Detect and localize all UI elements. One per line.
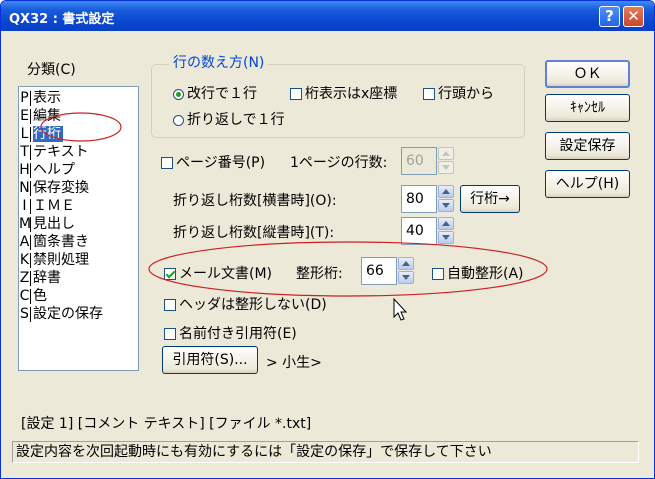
category-item-label: 辞書 [33,270,61,286]
format-columns-label: 整形桁: [296,266,343,282]
wrap-vertical-field[interactable]: 40 [401,217,437,245]
category-item-save-conversion[interactable]: N 保存変換 [19,179,138,197]
lines-per-page-label: 1ページの行数: [290,155,388,171]
category-key: I [22,198,27,214]
title-bar[interactable]: QX32 : 書式設定 ? ✕ [1,1,654,31]
category-item-label: 表示 [33,90,61,106]
ok-button[interactable]: ＯＫ [545,60,630,88]
checkbox-x-coordinate[interactable]: 桁表示はx座標 [290,83,397,103]
format-columns-field[interactable]: 66 [361,257,397,285]
category-key: L [20,126,29,142]
wrap-horizontal-label: 折り返し桁数[横書時](O): [173,193,337,209]
radio-label: 折り返しで１行 [187,112,285,128]
category-key: C [19,288,30,304]
category-listbox[interactable]: P 表示 E 編集 L 行桁 T テキスト H ヘルプ N 保存変換 I ＩＭＥ M 見出し A… [18,86,139,371]
line-column-button[interactable]: 行桁→ [460,185,520,213]
category-key: A [19,234,30,250]
category-item-label: 行桁 [33,126,63,142]
checkbox-label: 名前付き引用符(E) [179,326,297,342]
category-key: P [20,90,29,106]
category-item-color[interactable]: C色 [19,287,138,305]
category-item-text[interactable]: T テキスト [19,143,138,161]
checkbox[interactable] [432,268,444,280]
dialog-body: 分類(C) P 表示 E 編集 L 行桁 T テキスト H ヘルプ N 保存変換 I ＩＭＥ … [1,31,654,478]
radio-label: 改行で１行 [187,86,257,102]
checkbox-mail-document[interactable]: メール文書(M) [164,263,272,283]
quote-preview: > 小生> [266,355,322,371]
category-key: Z [19,270,30,286]
checkbox[interactable] [164,268,176,280]
radio-newline[interactable]: 改行で１行 [173,83,257,103]
radio-button[interactable] [173,88,184,100]
radio-wrap[interactable]: 折り返しで１行 [173,109,285,129]
category-key: K [19,252,30,268]
lines-per-page-field[interactable]: 60 [401,147,437,175]
category-item-label: 編集 [33,108,61,124]
category-item-ime[interactable]: I ＩＭＥ [19,197,138,215]
checkbox-page-number[interactable]: ページ番号(P) [161,152,265,172]
wrap-vertical-label: 折り返し桁数[縦書時](T): [173,225,335,241]
checkbox-label: ページ番号(P) [176,155,266,171]
wrap-horizontal-spinner[interactable] [438,185,454,213]
category-item-edit[interactable]: E 編集 [19,107,138,125]
cancel-button[interactable]: ｷｬﾝｾﾙ [545,94,630,122]
category-item-label: 禁則処理 [33,252,89,268]
checkbox-label: 桁表示はx座標 [305,86,398,102]
checkbox-named-quote[interactable]: 名前付き引用符(E) [164,323,297,343]
category-item-dictionary[interactable]: Z 辞書 [19,269,138,287]
wrap-horizontal-field[interactable]: 80 [401,185,437,213]
checkbox-label: ヘッダは整形しない(D) [179,297,327,313]
category-item-kinsoku[interactable]: K 禁則処理 [19,251,138,269]
category-item-label: 箇条書き [33,234,89,250]
window-title: QX32 : 書式設定 [9,12,115,27]
category-item-label: 設定の保存 [33,306,103,322]
help-button[interactable]: ヘルプ(H) [545,170,630,198]
category-item-label: 保存変換 [33,180,89,196]
checkbox[interactable] [290,88,302,100]
category-key: E [20,108,29,124]
format-columns-spinner[interactable] [398,257,414,285]
category-item-save-settings[interactable]: S 設定の保存 [19,305,138,323]
category-item-label: 色 [33,288,47,304]
format-settings-dialog: QX32 : 書式設定 ? ✕ 分類(C) P 表示 E 編集 L 行桁 T テキスト … [0,0,655,479]
category-key: N [19,180,30,196]
category-label: 分類(C) [27,62,76,78]
category-key: S [20,306,29,322]
checkbox[interactable] [161,157,173,169]
category-item-label: 見出し [33,216,75,232]
category-item-label: テキスト [33,144,89,160]
radio-button[interactable] [173,114,184,126]
checkbox[interactable] [423,88,435,100]
help-title-button[interactable]: ? [599,6,620,27]
category-item-heading[interactable]: M 見出し [19,215,138,233]
lines-per-page-spinner[interactable] [438,147,454,175]
quote-mark-button[interactable]: 引用符(S)... [162,346,258,374]
checkbox[interactable] [164,299,176,311]
save-settings-button[interactable]: 設定保存 [545,132,630,160]
line-count-group-title: 行の数え方(N) [169,52,269,72]
close-button[interactable]: ✕ [623,6,644,27]
checkbox-header-no-format[interactable]: ヘッダは整形しない(D) [164,294,327,314]
category-item-display[interactable]: P 表示 [19,89,138,107]
category-item-bullets[interactable]: A 箇条書き [19,233,138,251]
checkbox-label: 行頭から [438,86,494,102]
status-bar: 設定内容を次回起動時にも有効にするには「設定の保存」で保存して下さい [12,441,639,463]
category-item-label: ヘルプ [33,162,75,178]
category-key: H [19,162,30,178]
checkbox-auto-format[interactable]: 自動整形(A) [432,263,524,283]
settings-info: [設定 1] [コメント テキスト] [ファイル *.txt] [21,416,312,432]
category-item-help[interactable]: H ヘルプ [19,161,138,179]
checkbox-from-line-head[interactable]: 行頭から [423,83,494,103]
checkbox-label: メール文書(M) [179,266,273,282]
checkbox-label: 自動整形(A) [447,266,524,282]
category-key: M [19,216,32,232]
category-item-label: ＩＭＥ [33,198,75,214]
wrap-vertical-spinner[interactable] [438,217,454,245]
checkbox[interactable] [164,328,176,340]
category-key: T [20,144,29,160]
category-item-line-column[interactable]: L 行桁 [19,125,138,143]
